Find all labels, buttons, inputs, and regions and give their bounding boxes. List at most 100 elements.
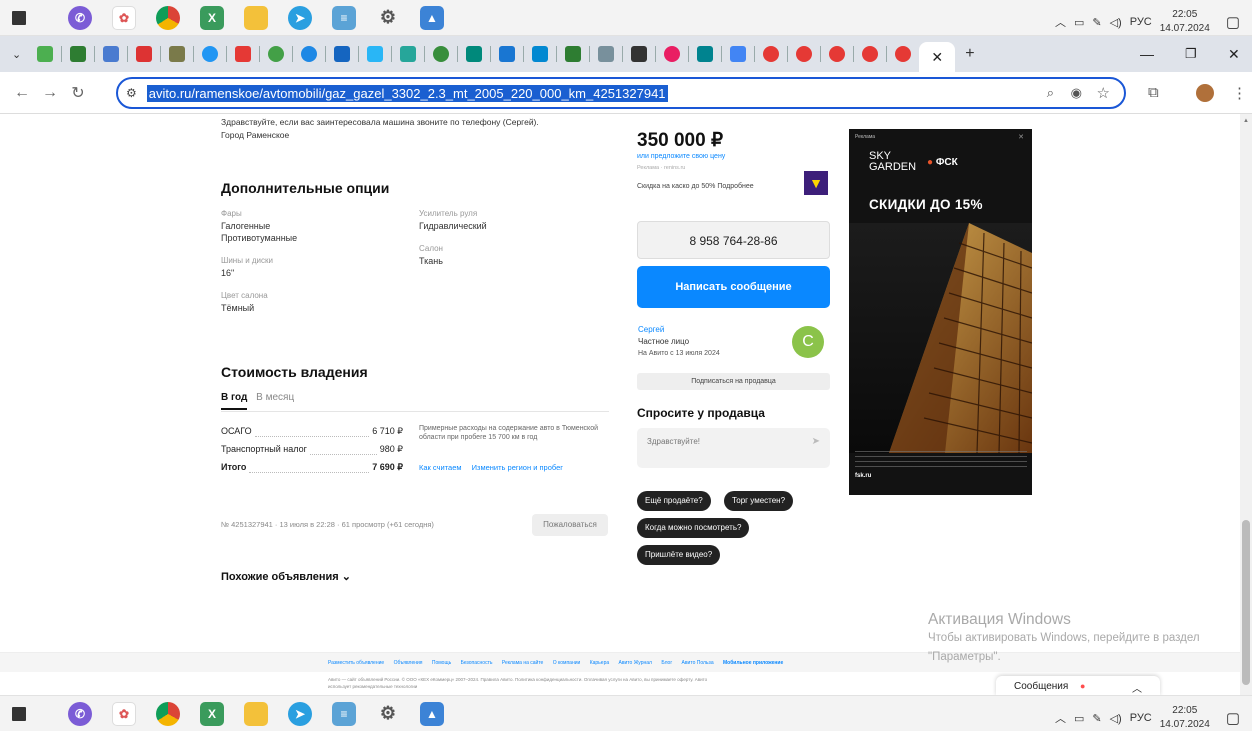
tab-favicon[interactable] xyxy=(70,46,87,62)
windows-start-icon[interactable] xyxy=(12,10,26,25)
tab-favicon[interactable] xyxy=(697,46,714,62)
photos-icon[interactable]: ▲ xyxy=(420,5,444,30)
minimize-icon[interactable]: — xyxy=(1140,46,1154,62)
footer-link[interactable]: Блог xyxy=(661,660,672,666)
tab-favicon[interactable] xyxy=(499,46,516,62)
tab-favicon[interactable] xyxy=(730,46,747,62)
footer-link[interactable]: Авито Польза xyxy=(682,660,714,666)
notifications-icon[interactable]: ▢ xyxy=(1226,709,1240,727)
footer-link[interactable]: Безопасность xyxy=(461,660,493,666)
ad-close-icon[interactable]: ✕ xyxy=(1018,133,1024,141)
ask-seller-input[interactable]: Здравствуйте! ➤ xyxy=(637,428,830,468)
tab-favicon[interactable] xyxy=(532,46,549,62)
scrollbar-thumb[interactable] xyxy=(1242,520,1250,685)
quick-reply-chip[interactable]: Торг уместен? xyxy=(724,491,794,511)
subscribe-seller-button[interactable]: Подписаться на продавца xyxy=(637,373,830,390)
chrome-icon[interactable] xyxy=(156,701,180,726)
tab-favicon[interactable] xyxy=(829,46,846,62)
tray-chevron-icon[interactable]: ︿ xyxy=(1055,710,1066,726)
tab-favicon[interactable] xyxy=(103,46,120,62)
footer-link[interactable]: Карьера xyxy=(590,660,609,666)
footer-link[interactable]: Помощь xyxy=(432,660,451,666)
tab-favicon[interactable] xyxy=(136,46,153,62)
tab-favicon[interactable] xyxy=(235,46,252,62)
notepad-icon[interactable]: ≡ xyxy=(332,5,356,30)
tab-favicon[interactable] xyxy=(301,46,318,62)
tab-list-chevron-icon[interactable]: ⌄ xyxy=(12,48,21,61)
new-tab-plus-icon[interactable]: + xyxy=(965,45,974,63)
tab-favicon[interactable] xyxy=(862,46,879,62)
viber-icon[interactable]: ✆ xyxy=(68,5,92,30)
insurance-ad-text[interactable]: Скидка на каско до 50% Подробнее xyxy=(637,183,754,190)
change-region-link[interactable]: Изменить регион и пробег xyxy=(472,463,563,472)
tab-favicon[interactable] xyxy=(37,46,54,62)
tab-favicon[interactable] xyxy=(796,46,813,62)
tab-favicon[interactable] xyxy=(202,46,219,62)
telegram-icon[interactable]: ➤ xyxy=(288,5,312,30)
footer-link[interactable]: Мобильное приложение xyxy=(723,660,783,666)
tab-favicon[interactable] xyxy=(169,46,186,62)
omnibox[interactable]: ⚙ avito.ru/ramenskoe/avtomobili/gaz_gaze… xyxy=(116,77,1126,109)
tab-per-year[interactable]: В год xyxy=(221,392,248,410)
tab-per-month[interactable]: В месяц xyxy=(256,392,294,403)
notepad-icon[interactable]: ≡ xyxy=(332,701,356,726)
offer-price-link[interactable]: или предложите свою цену xyxy=(637,153,725,160)
how-we-count-link[interactable]: Как считаем xyxy=(419,463,462,472)
tab-favicon[interactable] xyxy=(400,46,417,62)
footer-link[interactable]: Авито Журнал xyxy=(619,660,652,666)
bookmark-star-icon[interactable]: ☆ xyxy=(1097,84,1110,102)
tab-favicon[interactable] xyxy=(763,46,780,62)
tab-favicon[interactable] xyxy=(664,46,681,62)
chevron-up-icon[interactable]: ︿ xyxy=(1132,680,1142,695)
network-icon[interactable]: ▭ xyxy=(1074,16,1084,29)
window-close-icon[interactable]: ✕ xyxy=(1228,46,1240,63)
app-pinwheel-icon[interactable]: ✿ xyxy=(112,5,136,30)
file-explorer-icon[interactable] xyxy=(244,5,268,30)
volume-icon[interactable]: ◁) xyxy=(1110,16,1122,29)
notifications-icon[interactable]: ▢ xyxy=(1226,13,1240,31)
app-pinwheel-icon[interactable]: ✿ xyxy=(112,701,136,726)
volume-icon[interactable]: ◁) xyxy=(1110,712,1122,725)
clock[interactable]: 22:05 14.07.2024 xyxy=(1160,704,1210,732)
zoom-icon[interactable]: ⌕ xyxy=(1047,85,1054,101)
restore-icon[interactable]: ❐ xyxy=(1185,46,1197,62)
footer-link[interactable]: Разместить объявление xyxy=(328,660,384,666)
back-icon[interactable]: ← xyxy=(8,84,36,102)
quick-reply-chip[interactable]: Пришлёте видео? xyxy=(637,545,721,565)
tab-favicon[interactable] xyxy=(598,46,615,62)
language-indicator[interactable]: РУС xyxy=(1130,712,1152,724)
tab-favicon[interactable] xyxy=(466,46,483,62)
footer-link[interactable]: Реклама на сайте xyxy=(502,660,543,666)
photos-icon[interactable]: ▲ xyxy=(420,701,444,726)
footer-link[interactable]: Объявления xyxy=(394,660,423,666)
footer-link[interactable]: О компании xyxy=(553,660,581,666)
profile-avatar-icon[interactable] xyxy=(1196,83,1214,102)
messages-widget[interactable]: Сообщения ● ︿ xyxy=(996,676,1160,695)
quick-reply-chip[interactable]: Ещё продаёте? xyxy=(637,491,711,511)
clock[interactable]: 22:05 14.07.2024 xyxy=(1160,8,1210,36)
pen-icon[interactable]: ✎ xyxy=(1092,16,1101,29)
pen-icon[interactable]: ✎ xyxy=(1092,712,1101,725)
active-tab-close-icon[interactable]: ✕ xyxy=(919,42,956,72)
quick-reply-chip[interactable]: Когда можно посмотреть? xyxy=(637,518,750,538)
show-phone-button[interactable]: 8 958 764-28-86 xyxy=(637,221,830,259)
report-button[interactable]: Пожаловаться xyxy=(532,514,608,536)
excel-icon[interactable]: X xyxy=(200,701,224,726)
forward-icon[interactable]: → xyxy=(36,84,64,102)
tab-favicon[interactable] xyxy=(334,46,351,62)
extensions-icon[interactable]: ⧉ xyxy=(1148,84,1159,101)
tab-favicon[interactable] xyxy=(367,46,384,62)
seller-avatar[interactable]: С xyxy=(792,326,824,358)
tray-chevron-icon[interactable]: ︿ xyxy=(1055,14,1066,30)
site-settings-icon[interactable]: ⚙ xyxy=(126,86,137,100)
tab-favicon[interactable] xyxy=(565,46,582,62)
scroll-up-icon[interactable]: ▲ xyxy=(1243,118,1249,124)
ad-banner[interactable]: Реклама ✕ SKY GARDEN ● ФСК СКИДКИ ДО 15% … xyxy=(849,129,1032,495)
tab-favicon[interactable] xyxy=(268,46,285,62)
telegram-icon[interactable]: ➤ xyxy=(288,701,312,726)
windows-start-icon[interactable] xyxy=(12,706,26,721)
language-indicator[interactable]: РУС xyxy=(1130,16,1152,28)
write-message-button[interactable]: Написать сообщение xyxy=(637,266,830,308)
settings-gear-icon[interactable]: ⚙ xyxy=(376,702,400,726)
menu-kebab-icon[interactable]: ⋮ xyxy=(1232,84,1247,102)
